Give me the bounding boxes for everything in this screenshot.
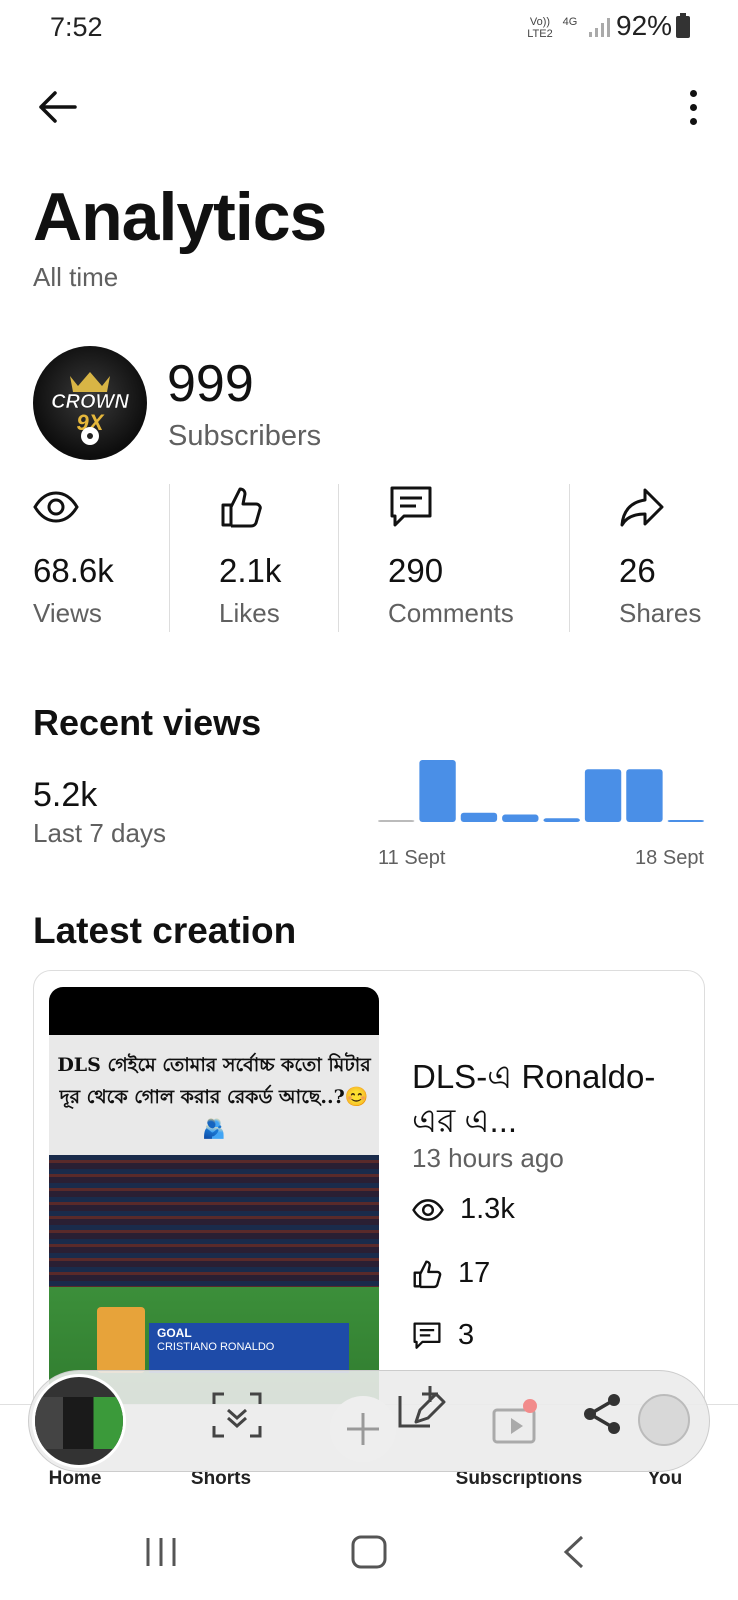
recent-app-thumbnail[interactable]: [32, 1374, 126, 1468]
thumbnail-caption: DLS গেইমে তোমার সর্বোচ্চ কতো মিটার দূর থ…: [49, 1035, 379, 1155]
crown-logo: CROWN 9X: [51, 372, 130, 445]
chart-end-label: 18 Sept: [635, 847, 704, 869]
share-icon: [620, 488, 664, 527]
battery-percent: 92%: [616, 10, 673, 41]
goal-player: CRISTIANO RONALDO: [157, 1341, 275, 1353]
stat-label: Comments: [388, 598, 514, 628]
more-options-button[interactable]: [676, 82, 710, 132]
eye-icon: [33, 491, 79, 523]
share-icon[interactable]: [580, 1392, 624, 1436]
video-age: 13 hours ago: [412, 1143, 564, 1173]
recent-views-period: Last 7 days: [33, 818, 166, 848]
stat-views[interactable]: 68.6k Views: [33, 484, 114, 629]
chart-bar: [584, 769, 622, 822]
video-likes-value: 17: [458, 1257, 491, 1289]
screen-capture-icon[interactable]: [210, 1388, 264, 1442]
video-comments-value: 3: [458, 1319, 475, 1351]
comment-icon: [390, 486, 432, 527]
plus-icon: [347, 1413, 379, 1445]
thumbnail-crowd: [49, 1155, 379, 1295]
chart-bar: [460, 812, 498, 822]
video-views: 1.3k: [412, 1193, 515, 1226]
subscriber-label: Subscribers: [168, 420, 322, 452]
stat-value: 26: [619, 552, 656, 589]
network-indicator: Vo)) LTE2: [527, 16, 553, 40]
stat-comments[interactable]: 290 Comments: [388, 484, 514, 629]
stat-value: 2.1k: [219, 552, 282, 589]
chart-bar: [543, 818, 580, 822]
video-views-value: 1.3k: [460, 1193, 515, 1225]
eye-icon: [412, 1198, 444, 1221]
draw-edit-icon[interactable]: [396, 1382, 450, 1436]
home-icon[interactable]: [350, 1534, 388, 1570]
chart-bar: [378, 820, 415, 822]
network-4g-indicator: 4G: [562, 16, 578, 28]
channel-avatar[interactable]: CROWN 9X: [33, 346, 147, 460]
subscriptions-icon[interactable]: [490, 1398, 540, 1446]
recent-views-value: 5.2k: [33, 776, 98, 814]
stat-label: Views: [33, 598, 102, 628]
stat-label: Shares: [619, 598, 702, 628]
stat-value: 68.6k: [33, 552, 114, 589]
signal-icon: [589, 18, 610, 37]
chart-bar: [626, 769, 663, 822]
thumbs-up-icon: [413, 1260, 442, 1288]
chart-start-label: 11 Sept: [378, 847, 446, 869]
video-thumbnail[interactable]: DLS গেইমে তোমার সর্বোচ্চ কতো মিটার দূর থ…: [49, 987, 379, 1417]
latest-creation-heading: Latest creation: [33, 910, 297, 951]
subscriber-count: 999: [167, 355, 254, 413]
back-button[interactable]: [30, 82, 84, 132]
system-back-icon[interactable]: [562, 1534, 586, 1570]
recent-views-chart[interactable]: 11 Sept 18 Sept: [378, 760, 704, 870]
page-subtitle: All time: [33, 262, 119, 292]
create-button[interactable]: [330, 1396, 396, 1462]
chart-bar: [419, 760, 456, 822]
recent-views-heading: Recent views: [33, 702, 262, 743]
divider: [569, 484, 570, 632]
video-likes: 17: [412, 1257, 490, 1290]
status-time: 7:52: [50, 12, 103, 42]
goal-text: GOAL: [157, 1326, 192, 1340]
stat-shares[interactable]: 26 Shares: [619, 484, 701, 629]
chart-bar: [502, 814, 539, 822]
video-title[interactable]: DLS-এ Ronaldo-এর এ...: [412, 1055, 682, 1143]
more-dot: [689, 117, 697, 125]
more-dot: [689, 89, 697, 97]
arrow-left-icon: [39, 91, 77, 123]
more-dot: [689, 103, 697, 111]
goal-banner: GOAL CRISTIANO RONALDO: [149, 1323, 349, 1373]
stat-likes[interactable]: 2.1k Likes: [219, 484, 281, 629]
chart-bar: [667, 820, 704, 822]
recent-apps-icon[interactable]: [144, 1536, 178, 1568]
thumbs-up-icon: [221, 487, 262, 528]
divider: [169, 484, 170, 632]
profile-avatar[interactable]: [638, 1394, 690, 1446]
page-title: Analytics: [33, 179, 327, 255]
divider: [338, 484, 339, 632]
battery-icon: [676, 13, 690, 38]
comment-icon: [413, 1321, 441, 1349]
stat-value: 290: [388, 552, 444, 589]
video-comments: 3: [412, 1319, 474, 1352]
player-card: [97, 1307, 145, 1373]
stat-label: Likes: [219, 598, 280, 628]
